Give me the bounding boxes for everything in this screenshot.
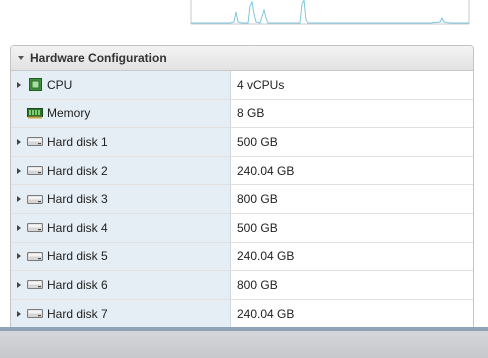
expand-caret-icon[interactable] [11, 224, 27, 231]
row-label: Hard disk 4 [47, 220, 108, 235]
hard-disk-icon [27, 135, 43, 149]
hard-disk-icon [27, 307, 43, 321]
hardware-configuration-header[interactable]: Hardware Configuration [11, 46, 473, 71]
table-row[interactable]: Hard disk 2 240.04 GB [11, 156, 473, 186]
row-name-cell: Memory [11, 99, 231, 128]
performance-sparkline [190, 0, 470, 25]
row-name-cell: Hard disk 1 [11, 128, 231, 156]
table-row[interactable]: Memory 8 GB [11, 99, 473, 129]
row-label: Hard disk 5 [47, 249, 108, 264]
expand-caret-icon[interactable] [11, 253, 27, 260]
row-label: CPU [47, 77, 73, 92]
row-value: 240.04 GB [237, 163, 295, 178]
expand-caret-icon[interactable] [11, 281, 27, 288]
expand-caret-icon[interactable] [11, 138, 27, 145]
cpu-icon [27, 78, 43, 92]
expand-caret-icon[interactable] [11, 196, 27, 203]
row-label: Hard disk 2 [47, 163, 108, 178]
table-row[interactable]: Hard disk 5 240.04 GB [11, 242, 473, 272]
row-label: Memory [47, 106, 91, 121]
expand-caret-icon[interactable] [11, 167, 27, 174]
hard-disk-icon [27, 164, 43, 178]
row-value: 500 GB [237, 220, 278, 235]
row-value: 4 vCPUs [237, 77, 285, 92]
row-name-cell: CPU [11, 71, 231, 99]
hard-disk-icon [27, 249, 43, 263]
row-name-cell: Hard disk 7 [11, 299, 231, 328]
table-row[interactable]: Hard disk 1 500 GB [11, 128, 473, 157]
table-row[interactable]: Hard disk 6 800 GB [11, 271, 473, 300]
table-row[interactable]: CPU 4 vCPUs [11, 71, 473, 100]
expand-caret-icon[interactable] [11, 81, 27, 88]
row-value: 240.04 GB [237, 249, 295, 264]
hard-disk-icon [27, 278, 43, 292]
hard-disk-icon [27, 192, 43, 206]
memory-icon [27, 106, 43, 120]
row-label: Hard disk 1 [47, 134, 108, 149]
row-name-cell: Hard disk 3 [11, 185, 231, 213]
table-row[interactable]: Hard disk 3 800 GB [11, 185, 473, 214]
table-row[interactable]: Hard disk 7 240.04 GB [11, 299, 473, 329]
row-name-cell: Hard disk 4 [11, 213, 231, 242]
row-name-cell: Hard disk 5 [11, 242, 231, 271]
row-label: Hard disk 6 [47, 277, 108, 292]
row-value: 800 GB [237, 277, 278, 292]
section-title: Hardware Configuration [30, 51, 167, 65]
row-name-cell: Hard disk 6 [11, 271, 231, 299]
row-label: Hard disk 3 [47, 192, 108, 207]
row-value: 800 GB [237, 192, 278, 207]
row-value: 8 GB [237, 106, 265, 121]
table-row[interactable]: Hard disk 4 500 GB [11, 213, 473, 243]
hard-disk-icon [27, 221, 43, 235]
collapse-caret-icon[interactable] [18, 56, 24, 60]
row-name-cell: Hard disk 2 [11, 156, 231, 185]
row-label: Hard disk 7 [47, 306, 108, 321]
bottom-status-bar [0, 327, 488, 358]
row-value: 500 GB [237, 134, 278, 149]
hardware-table: CPU 4 vCPUs Memory 8 GB Hard disk 1 500 GB Har… [11, 71, 473, 346]
row-value: 240.04 GB [237, 306, 295, 321]
hardware-configuration-panel: Hardware Configuration CPU 4 vCPUs Memory 8… [10, 45, 474, 347]
expand-caret-icon[interactable] [11, 310, 27, 317]
